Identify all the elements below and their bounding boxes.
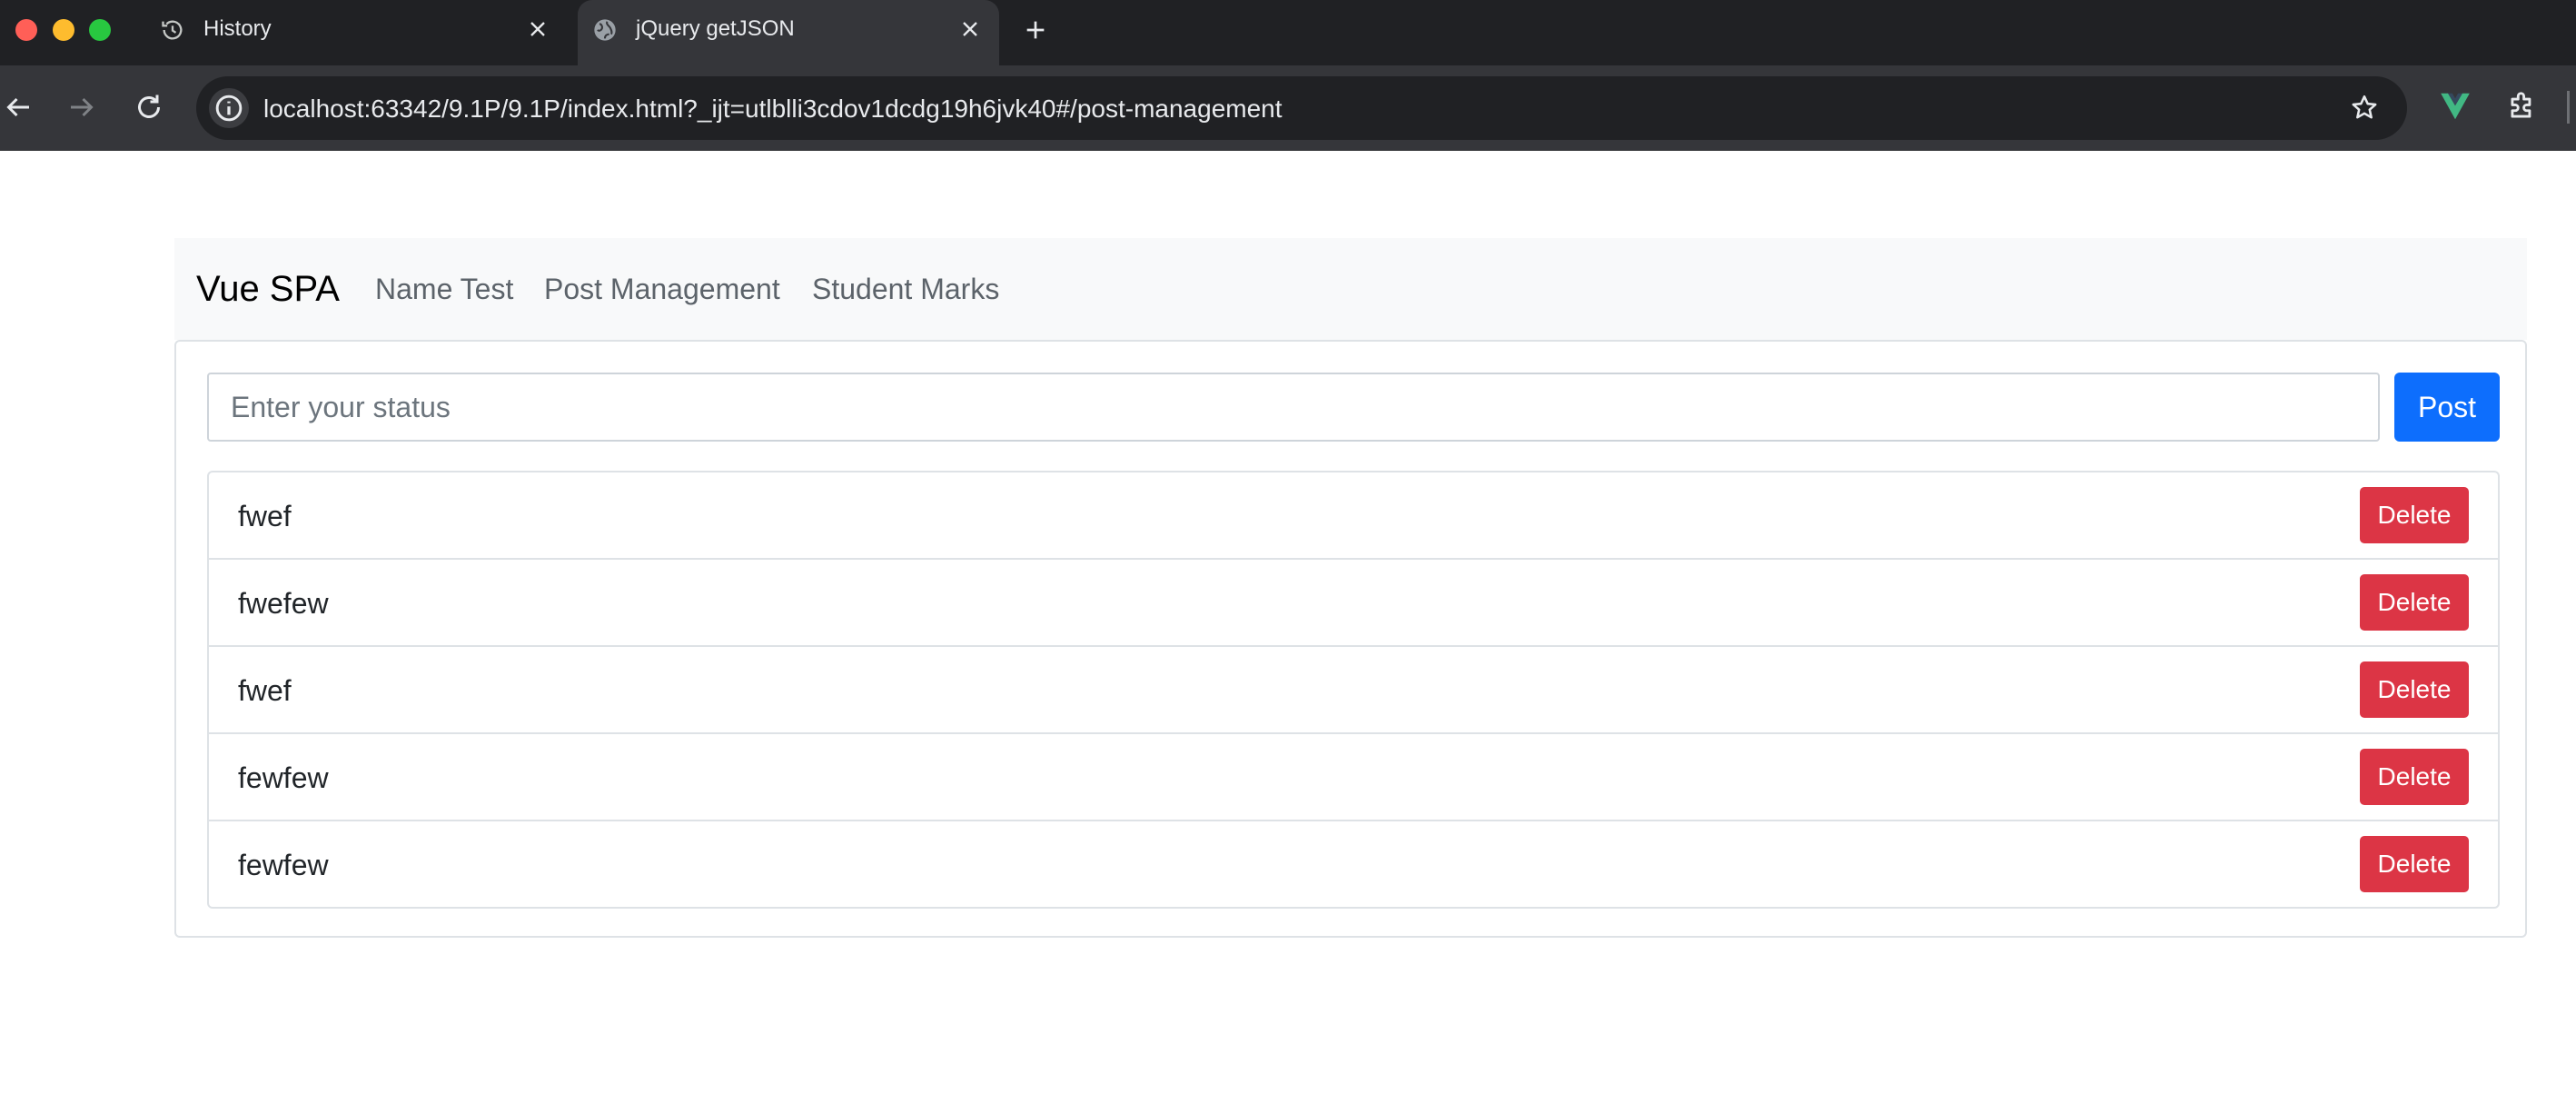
forward-arrow-icon[interactable] [65,91,98,124]
delete-button[interactable]: Delete [2360,836,2469,892]
list-item: fwefew Delete [209,560,2498,647]
app-navbar: Vue SPA Name Test Post Management Studen… [174,238,2527,340]
globe-icon [594,19,616,41]
address-bar[interactable]: localhost:63342/9.1P/9.1P/index.html?_ij… [196,76,2407,140]
window-close-button[interactable] [15,19,37,41]
site-info-button[interactable] [209,88,249,128]
nav-link-post-management[interactable]: Post Management [544,273,780,306]
vue-devtools-icon[interactable] [2438,89,2472,124]
window-minimize-button[interactable] [53,19,74,41]
delete-button[interactable]: Delete [2360,661,2469,718]
status-input[interactable] [207,373,2380,442]
close-icon[interactable] [957,16,983,42]
delete-button[interactable]: Delete [2360,487,2469,543]
posts-list: fwef Delete fwefew Delete fwef Delete fe… [207,471,2500,909]
window-maximize-button[interactable] [89,19,111,41]
list-item: fewfew Delete [209,821,2498,907]
navbar-brand[interactable]: Vue SPA [196,269,340,310]
tab-jquery-getjson[interactable]: jQuery getJSON [578,0,999,65]
delete-button[interactable]: Delete [2360,574,2469,631]
bookmark-star-icon[interactable] [2349,93,2380,124]
post-text: fwef [238,500,292,532]
tab-history[interactable]: History [145,0,563,58]
list-item: fewfew Delete [209,734,2498,821]
list-item: fwef Delete [209,647,2498,734]
toolbar-divider [2567,91,2570,124]
reload-icon[interactable] [133,91,165,124]
post-management-card: Post fwef Delete fwefew Delete fwef Dele… [174,340,2527,938]
post-text: fwefew [238,587,329,620]
post-text: fewfew [238,849,329,881]
new-tab-plus-icon[interactable] [1021,15,1050,45]
post-text: fwef [238,674,292,707]
history-icon [162,20,183,40]
tab-title: jQuery getJSON [636,16,795,41]
post-text: fewfew [238,761,329,794]
list-item: fwef Delete [209,472,2498,560]
extensions-puzzle-icon[interactable] [2505,89,2540,124]
nav-link-name-test[interactable]: Name Test [375,273,513,306]
nav-link-student-marks[interactable]: Student Marks [812,273,999,306]
info-icon [215,94,243,122]
post-button[interactable]: Post [2394,373,2500,442]
back-arrow-icon[interactable] [2,91,35,124]
url-text: localhost:63342/9.1P/9.1P/index.html?_ij… [263,94,1283,123]
delete-button[interactable]: Delete [2360,749,2469,805]
browser-toolbar: localhost:63342/9.1P/9.1P/index.html?_ij… [0,65,2576,151]
tab-title: History [203,16,272,41]
browser-tab-bar: History jQuery getJSON [0,0,2576,65]
close-icon[interactable] [525,16,550,42]
